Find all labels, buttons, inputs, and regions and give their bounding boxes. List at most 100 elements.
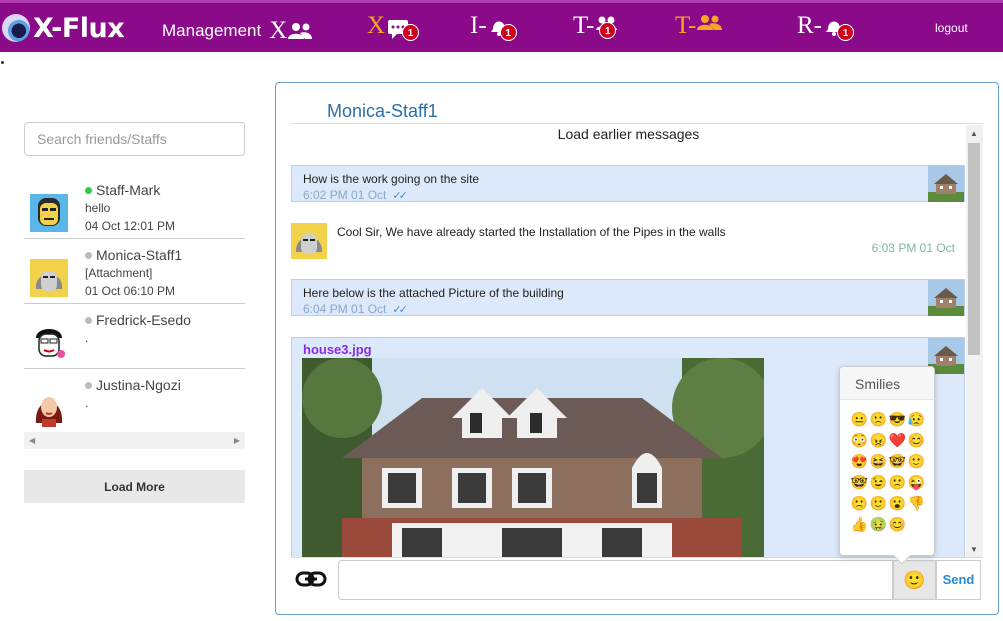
message-time: 6:04 PM 01 Oct (303, 302, 387, 316)
notification-badge: 1 (499, 24, 517, 41)
load-earlier-messages-link[interactable]: Load earlier messages (291, 126, 966, 142)
contact-name: Justina-Ngozi (85, 377, 181, 393)
nav-t-team[interactable]: T- (675, 12, 723, 40)
nav-management-label: Management (162, 21, 262, 40)
divider (291, 123, 983, 124)
eye-logo-icon (2, 14, 30, 42)
emoji-option[interactable]: 🤓 (850, 472, 869, 493)
emoji-option[interactable]: 😐 (850, 409, 869, 430)
nav-i-notifications[interactable]: I- 1 (470, 12, 517, 45)
bell-icon: 1 (823, 14, 854, 45)
sender-avatar (928, 166, 964, 202)
sender-avatar (928, 280, 964, 316)
emoji-option[interactable]: 🤢 (869, 514, 888, 535)
nav-management[interactable]: Management X (162, 17, 313, 45)
message-text: Cool Sir, We have already started the In… (337, 225, 726, 239)
online-status-dot (85, 186, 92, 194)
nav-management-letter: X (269, 17, 288, 44)
contact-time: 04 Oct 12:01 PM (85, 219, 176, 233)
contact-last-message: . (85, 396, 89, 410)
emoji-option[interactable]: 😠 (869, 430, 888, 451)
message-input[interactable] (338, 560, 893, 600)
scroll-up-arrow-icon[interactable]: ▲ (970, 129, 978, 138)
emoji-picker-button[interactable]: 🙂 (893, 560, 936, 600)
outgoing-message: Here below is the attached Picture of th… (291, 279, 965, 316)
emoji-option[interactable]: 🙂 (869, 493, 888, 514)
emoji-option[interactable]: 🙁 (869, 409, 888, 430)
contact-item[interactable]: Monica-Staff1 [Attachment] 01 Oct 06:10 … (24, 239, 245, 304)
people-icon (697, 14, 723, 39)
message-meta: 6:02 PM 01 Oct ✓✓ (303, 188, 408, 202)
bell-icon: 1 (488, 14, 517, 45)
top-navbar: X-Flux Management X X 1 I- 1 T- 1 T- R- (0, 0, 1003, 52)
emoji-option[interactable]: 😆 (869, 451, 888, 472)
avatar (30, 389, 68, 427)
emoji-option[interactable]: 😥 (907, 409, 926, 430)
offline-status-dot (85, 251, 92, 259)
message-time: 6:03 PM 01 Oct (871, 241, 955, 255)
offline-status-dot (85, 316, 92, 324)
contact-name: Staff-Mark (85, 182, 160, 198)
message-meta: 6:04 PM 01 Oct ✓✓ (303, 302, 408, 316)
contact-name: Monica-Staff1 (85, 247, 182, 263)
emoji-option[interactable]: 🙁 (888, 472, 907, 493)
message-text: Here below is the attached Picture of th… (303, 286, 564, 300)
emoji-option[interactable]: 😍 (850, 451, 869, 472)
emoji-option[interactable]: 😊 (907, 430, 926, 451)
search-input[interactable] (24, 122, 245, 156)
nav-item-letter: I- (470, 12, 487, 39)
emoji-option[interactable]: 🤓 (888, 451, 907, 472)
smilies-popover: Smilies 😐 🙁 😎 😥 😳 😠 ❤️ 😊 😍 😆 🤓 🙂 🤓 😉 🙁 😜… (839, 366, 935, 565)
message-composer: 🙂 Send (291, 557, 983, 600)
emoji-option[interactable]: 👎 (907, 493, 926, 514)
emoji-option[interactable]: 👍 (850, 514, 869, 535)
emoji-option[interactable]: 🙂 (907, 451, 926, 472)
contact-last-message: hello (85, 201, 111, 215)
smilies-title: Smilies (840, 367, 934, 400)
scroll-left-arrow-icon[interactable]: ◀ (29, 436, 35, 445)
contact-time: 01 Oct 06:10 PM (85, 284, 176, 298)
nav-x-chat[interactable]: X 1 (367, 12, 420, 45)
message-time: 6:02 PM 01 Oct (303, 188, 387, 202)
send-button[interactable]: Send (936, 560, 981, 600)
attachment-filename-link[interactable]: house3.jpg (303, 342, 372, 357)
scroll-down-arrow-icon[interactable]: ▼ (970, 545, 978, 554)
contact-item[interactable]: Justina-Ngozi . (24, 369, 245, 434)
nav-r-reminders[interactable]: R- 1 (797, 12, 854, 45)
contacts-horizontal-scrollbar[interactable]: ◀ ▶ (24, 432, 245, 449)
scrollbar-thumb[interactable] (968, 143, 980, 355)
scroll-right-arrow-icon[interactable]: ▶ (234, 436, 240, 445)
message-text: How is the work going on the site (303, 172, 480, 186)
emoji-option[interactable]: 😊 (888, 514, 907, 535)
contact-item[interactable]: Fredrick-Esedo . (24, 304, 245, 369)
contact-list: Staff-Mark hello 04 Oct 12:01 PM Monica-… (24, 174, 245, 434)
notification-badge: 1 (402, 24, 420, 41)
notification-badge: 1 (837, 24, 854, 41)
load-more-button[interactable]: Load More (24, 470, 245, 503)
outgoing-message: How is the work going on the site 6:02 P… (291, 165, 965, 202)
emoji-option[interactable]: 😉 (869, 472, 888, 493)
attachment-image[interactable] (302, 358, 764, 558)
double-check-icon: ✓✓ (392, 303, 408, 316)
messages-vertical-scrollbar[interactable]: ▲ ▼ (966, 125, 983, 558)
emoji-option[interactable]: 😎 (888, 409, 907, 430)
offline-status-dot (85, 381, 92, 389)
emoji-option[interactable]: 🙁 (850, 493, 869, 514)
contact-name: Fredrick-Esedo (85, 312, 191, 328)
logout-link[interactable]: logout (935, 21, 968, 35)
attach-link-icon[interactable] (295, 566, 327, 592)
emoji-option[interactable]: 😜 (907, 472, 926, 493)
nav-t-groups[interactable]: T- 1 (573, 12, 621, 45)
avatar (30, 324, 68, 362)
emoji-option[interactable]: ❤️ (888, 430, 907, 451)
emoji-option[interactable]: 😳 (850, 430, 869, 451)
chat-icon: 1 (386, 14, 420, 45)
nav-item-letter: T- (573, 12, 595, 39)
app-logo[interactable]: X-Flux (2, 8, 125, 48)
contact-item[interactable]: Staff-Mark hello 04 Oct 12:01 PM (24, 174, 245, 239)
contact-last-message: . (85, 331, 89, 345)
logo-text: X-Flux (33, 12, 125, 44)
emoji-option[interactable]: 😮 (888, 493, 907, 514)
nav-item-letter: R- (797, 12, 822, 39)
stray-dot (1, 61, 4, 64)
